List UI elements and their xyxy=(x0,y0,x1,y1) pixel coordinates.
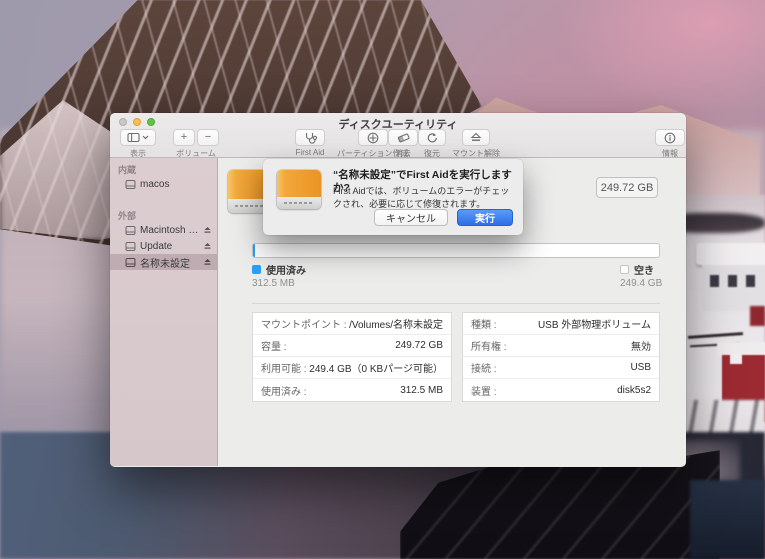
restore-button[interactable] xyxy=(418,129,446,146)
plus-icon: + xyxy=(181,132,187,143)
sidebar-section-internal: 内蔵 xyxy=(110,162,217,176)
table-row: 利用可能 : 249.4 GB（0 KBパージ可能） xyxy=(253,357,451,379)
add-volume-button[interactable]: + xyxy=(173,129,195,146)
table-row: 所有権 : 無効 xyxy=(463,335,659,357)
volume-name: Macintosh HD - Data xyxy=(140,225,199,236)
first-aid-button[interactable] xyxy=(295,129,325,146)
disk-icon xyxy=(125,179,136,190)
unmount-button[interactable] xyxy=(462,129,490,146)
wallpaper-red-barn xyxy=(750,306,765,326)
divider xyxy=(252,303,660,304)
sidebar-item-update[interactable]: Update xyxy=(110,238,217,254)
stethoscope-icon xyxy=(304,132,317,144)
dialog-body: First Aidでは、ボリュームのエラーがチェックされ、必要に応じて修復されま… xyxy=(333,185,517,210)
capacity-badge: 249.72 GB xyxy=(596,177,658,198)
table-row: 装置 : disk5s2 xyxy=(463,379,659,401)
partition-button[interactable] xyxy=(358,129,388,146)
disk-icon xyxy=(125,257,136,268)
sidebar-item-macos[interactable]: macos xyxy=(110,176,217,192)
window-header: ディスクユーティリティ 表示 + xyxy=(110,113,686,158)
usage-bar-used xyxy=(253,244,255,257)
used-label: 使用済み xyxy=(266,262,306,277)
volume-name: macos xyxy=(140,179,212,190)
first-aid-dialog: “名称未設定”でFirst Aidを実行しますか? First Aidでは、ボリ… xyxy=(263,159,523,235)
sidebar-view-icon xyxy=(127,132,140,143)
first-aid-label: First Aid xyxy=(296,148,325,157)
legend-used: 使用済み 312.5 MB xyxy=(252,262,306,289)
volume-name: Update xyxy=(140,241,199,252)
table-row: 種類 : USB 外部物理ボリューム xyxy=(463,313,659,335)
eject-icon xyxy=(470,132,482,143)
table-row: 容量 : 249.72 GB xyxy=(253,335,451,357)
info-icon xyxy=(664,132,676,144)
view-button[interactable] xyxy=(120,129,156,146)
partition-icon xyxy=(367,132,379,144)
sidebar-section-external: 外部 xyxy=(110,208,217,222)
run-button[interactable]: 実行 xyxy=(457,209,513,226)
details-table-left: マウントポイント : /Volumes/名称未設定 容量 : 249.72 GB… xyxy=(252,312,452,402)
sidebar: 内蔵 macos 外部 Macintosh HD - Data Update xyxy=(110,158,218,466)
disk-icon xyxy=(125,241,136,252)
sidebar-item-macintosh-hd-data[interactable]: Macintosh HD - Data xyxy=(110,222,217,238)
sidebar-item-untitled[interactable]: 名称未設定 xyxy=(110,254,217,270)
main-content: 249.72 GB 使用済み 312.5 MB 空き 2 xyxy=(218,158,686,466)
legend-free: 空き 249.4 GB xyxy=(620,262,662,289)
used-swatch xyxy=(252,265,261,274)
free-value: 249.4 GB xyxy=(620,278,662,289)
disk-icon xyxy=(125,225,136,236)
disk-utility-window: ディスクユーティリティ 表示 + xyxy=(110,113,686,467)
restore-arrow-icon xyxy=(426,132,438,144)
wallpaper-water-channel xyxy=(690,480,765,559)
info-button[interactable] xyxy=(655,129,685,146)
eject-icon[interactable] xyxy=(203,258,212,267)
remove-volume-button[interactable]: − xyxy=(197,129,219,146)
used-value: 312.5 MB xyxy=(252,278,306,289)
volume-label: ボリューム xyxy=(176,148,216,159)
desktop: ディスクユーティリティ 表示 + xyxy=(0,0,765,559)
volume-name: 名称未設定 xyxy=(140,255,199,270)
minus-icon: − xyxy=(205,132,211,143)
details-table-right: 種類 : USB 外部物理ボリューム 所有権 : 無効 接続 : USB 装 xyxy=(462,312,660,402)
cancel-button[interactable]: キャンセル xyxy=(374,209,448,226)
erase-button[interactable] xyxy=(388,129,418,146)
view-label: 表示 xyxy=(130,148,146,159)
table-row: マウントポイント : /Volumes/名称未設定 xyxy=(253,313,451,335)
drive-icon xyxy=(277,170,321,209)
free-swatch xyxy=(620,265,629,274)
free-label: 空き xyxy=(634,262,654,277)
eject-icon[interactable] xyxy=(203,226,212,235)
eject-icon[interactable] xyxy=(203,242,212,251)
chevron-down-icon xyxy=(142,135,149,140)
table-row: 接続 : USB xyxy=(463,357,659,379)
eraser-icon xyxy=(397,132,410,143)
usage-bar xyxy=(252,243,660,258)
table-row: 使用済み : 312.5 MB xyxy=(253,379,451,401)
wallpaper-white-house xyxy=(700,243,765,311)
